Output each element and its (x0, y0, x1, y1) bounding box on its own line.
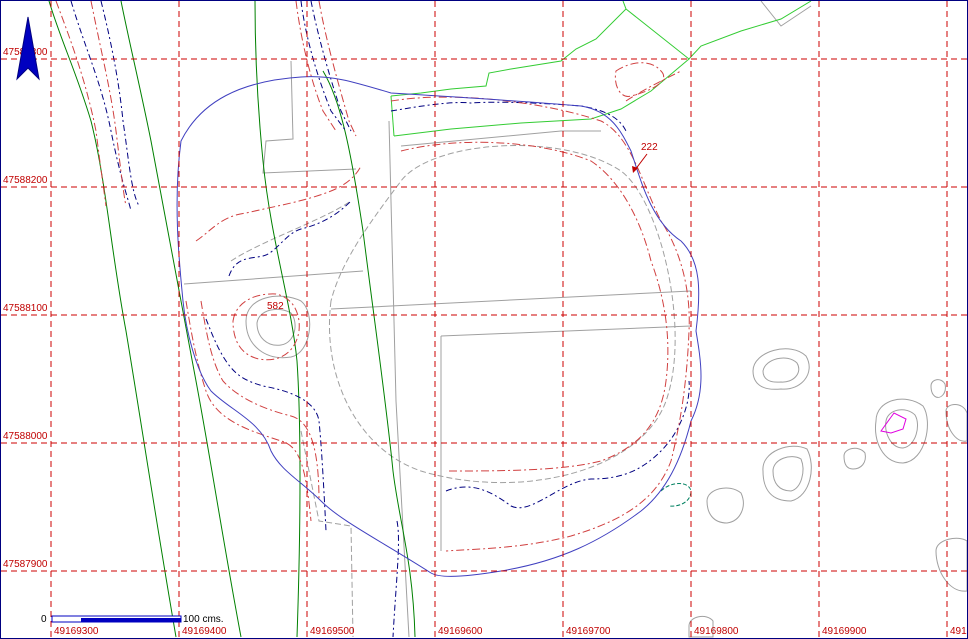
feature-tag-222[interactable]: 222 (632, 142, 658, 173)
grid-labels: 47588300 47588200 47588100 47588000 4758… (3, 47, 967, 637)
x-label-49169300: 49169300 (54, 626, 99, 637)
pond-east-7 (945, 404, 967, 442)
stream-central-east (322, 70, 416, 638)
blue-contour-pond (445, 380, 690, 509)
stream-west-outer (48, 1, 177, 638)
gray-features (183, 1, 967, 638)
pond-east-3-inner (772, 456, 804, 492)
pond-east-1 (752, 348, 810, 390)
red-contour-channel-2 (318, 1, 357, 137)
red-contour-west-loop-2 (200, 300, 320, 502)
scale-bar-fill (81, 618, 181, 622)
pond-east-4 (706, 487, 744, 524)
y-label-47588100: 47588100 (3, 303, 48, 314)
field-boundary-east (625, 1, 812, 60)
pond-east-2-inner (885, 409, 918, 449)
x-label-491-partial: 491 (950, 626, 967, 637)
road-inner-loop (440, 325, 692, 337)
x-label-49169400: 49169400 (182, 626, 227, 637)
road-vertical-main (388, 120, 410, 638)
wetland-green (660, 483, 692, 507)
red-contour-northeast-2 (625, 70, 682, 102)
stream-central-west (254, 1, 301, 638)
pond-east-3 (762, 445, 812, 502)
scale-zero-label: 0 (41, 614, 47, 625)
scale-bar: 0 100 cms. (41, 614, 224, 625)
blue-contour-west-2 (100, 1, 140, 207)
field-boundary-west (390, 95, 395, 137)
blue-contour-north (390, 101, 627, 132)
x-label-49169600: 49169600 (438, 626, 483, 637)
green-features (48, 1, 812, 638)
inner-dashed-south (300, 430, 354, 638)
road-horizontal-west (183, 270, 364, 285)
y-label-47588000: 47588000 (3, 431, 48, 442)
y-label-47587900: 47587900 (3, 559, 48, 570)
pond-east-6 (930, 379, 946, 398)
pond-southeast (935, 537, 967, 592)
x-label-49169900: 49169900 (822, 626, 867, 637)
map-frame: 47588300 47588200 47588100 47588000 4758… (0, 0, 968, 639)
red-contour-channel-1 (295, 1, 337, 132)
red-contour-outer (390, 96, 690, 552)
pink-feature (880, 412, 907, 434)
field-boundary-north (390, 1, 627, 97)
stream-west-inner (120, 1, 242, 638)
road-horizontal-main (330, 290, 692, 310)
scale-length-label: 100 cms. (183, 614, 224, 625)
field-boundary-south (393, 58, 690, 137)
feature-tag-222-text: 222 (641, 142, 658, 153)
road-vertical-west (262, 60, 357, 174)
x-label-49169700: 49169700 (566, 626, 611, 637)
parcel-boundary[interactable] (176, 76, 702, 577)
coordinate-grid (1, 1, 967, 638)
pond-east-5 (843, 447, 866, 470)
feature-tag-582[interactable]: 582 (267, 301, 284, 312)
red-contour-upper (195, 165, 362, 242)
red-contour-west-loop (185, 300, 312, 522)
inner-dashed-west (230, 200, 352, 262)
blue-contour-south (205, 318, 327, 532)
pond-east-1-inner (762, 357, 800, 383)
x-label-49169500: 49169500 (310, 626, 355, 637)
inner-dashed-loop (329, 145, 676, 484)
y-label-47588200: 47588200 (3, 175, 48, 186)
blue-contour-central (392, 520, 399, 638)
red-contour-northeast (614, 62, 664, 97)
map-canvas[interactable]: 47588300 47588200 47588100 47588000 4758… (1, 1, 967, 638)
red-contours (55, 1, 690, 552)
x-label-49169800: 49169800 (694, 626, 739, 637)
road-top-east (400, 130, 601, 147)
